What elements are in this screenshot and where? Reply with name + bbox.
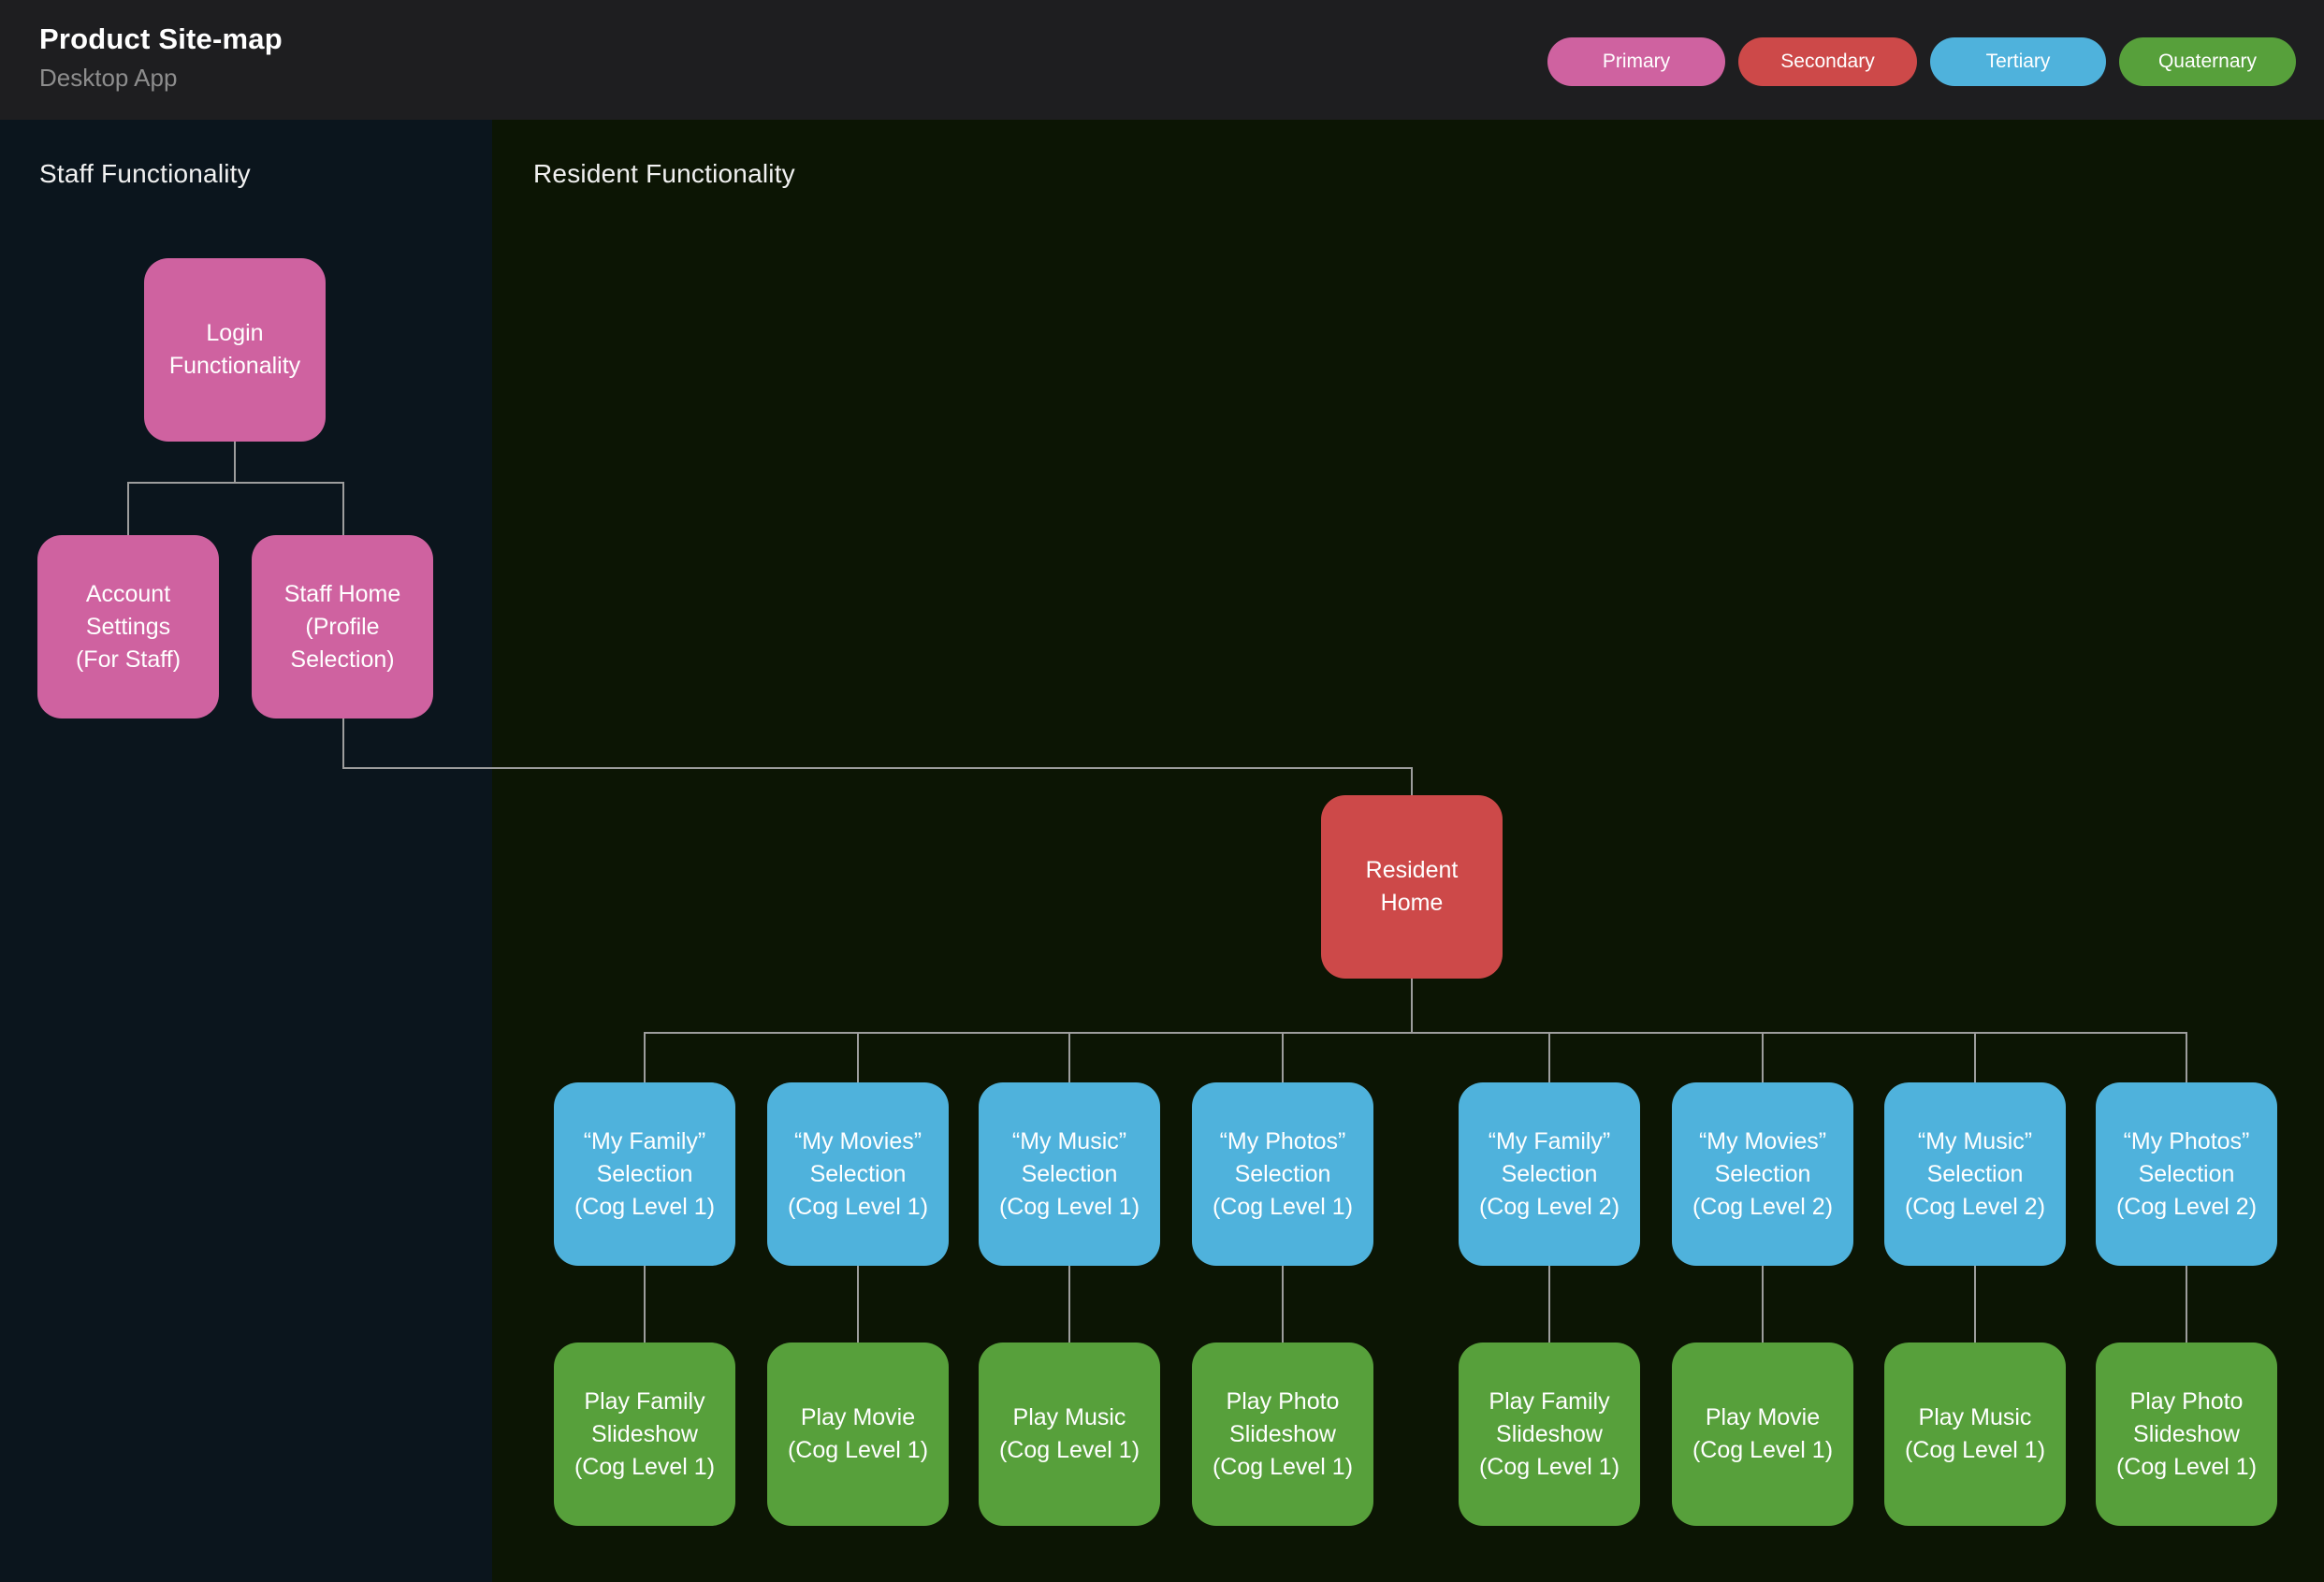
node-label: Play Photo Slideshow (Cog Level 1): [2116, 1386, 2257, 1484]
node-label: Play Music (Cog Level 1): [999, 1401, 1140, 1467]
node-label: “My Music” Selection (Cog Level 1): [999, 1125, 1140, 1224]
connector-line: [2186, 1266, 2187, 1343]
legend-pill-quaternary[interactable]: Quaternary: [2119, 37, 2296, 86]
node-label: “My Movies” Selection (Cog Level 2): [1692, 1125, 1833, 1224]
node-label: Play Family Slideshow (Cog Level 1): [1479, 1386, 1620, 1484]
connector-line: [1282, 1266, 1284, 1343]
connector-line: [1548, 1266, 1550, 1343]
node-label: Play Music (Cog Level 1): [1905, 1401, 2045, 1467]
connector-line: [1411, 977, 1413, 1034]
node-my-movies-selection-cog1[interactable]: “My Movies” Selection (Cog Level 1): [767, 1082, 949, 1266]
node-my-music-selection-cog1[interactable]: “My Music” Selection (Cog Level 1): [979, 1082, 1160, 1266]
staff-section-label: Staff Functionality: [39, 159, 251, 189]
node-my-music-selection-cog2[interactable]: “My Music” Selection (Cog Level 2): [1884, 1082, 2066, 1266]
connector-line: [1068, 1266, 1070, 1343]
header: Product Site-map Desktop App Primary Sec…: [0, 0, 2324, 120]
node-label: “My Photos” Selection (Cog Level 2): [2116, 1125, 2257, 1224]
node-login-functionality[interactable]: Login Functionality: [144, 258, 326, 442]
node-play-photo-slideshow-1[interactable]: Play Photo Slideshow (Cog Level 1): [1192, 1343, 1373, 1526]
connector-line: [1762, 1266, 1764, 1343]
connector-line: [857, 1266, 859, 1343]
connector-line: [342, 482, 344, 535]
node-label: Play Family Slideshow (Cog Level 1): [574, 1386, 715, 1484]
node-my-movies-selection-cog2[interactable]: “My Movies” Selection (Cog Level 2): [1672, 1082, 1853, 1266]
connector-line: [127, 482, 129, 535]
node-my-photos-selection-cog1[interactable]: “My Photos” Selection (Cog Level 1): [1192, 1082, 1373, 1266]
legend-pill-secondary[interactable]: Secondary: [1738, 37, 1917, 86]
node-label: “My Family” Selection (Cog Level 1): [574, 1125, 715, 1224]
resident-section-label: Resident Functionality: [533, 159, 795, 189]
node-play-movie-1[interactable]: Play Movie (Cog Level 1): [767, 1343, 949, 1526]
node-label: “My Family” Selection (Cog Level 2): [1479, 1125, 1620, 1224]
connector-line: [857, 1032, 859, 1082]
node-account-settings[interactable]: Account Settings (For Staff): [37, 535, 219, 718]
connector-line: [1282, 1032, 1284, 1082]
sitemap-canvas: Product Site-map Desktop App Primary Sec…: [0, 0, 2324, 1582]
node-my-family-selection-cog1[interactable]: “My Family” Selection (Cog Level 1): [554, 1082, 735, 1266]
connector-line: [1548, 1032, 1550, 1082]
node-label: Play Photo Slideshow (Cog Level 1): [1213, 1386, 1353, 1484]
connector-line: [342, 717, 344, 769]
node-label: Account Settings (For Staff): [76, 578, 181, 676]
node-play-family-slideshow-1[interactable]: Play Family Slideshow (Cog Level 1): [554, 1343, 735, 1526]
node-play-family-slideshow-2[interactable]: Play Family Slideshow (Cog Level 1): [1459, 1343, 1640, 1526]
connector-line: [644, 1032, 2187, 1034]
legend-pill-tertiary[interactable]: Tertiary: [1930, 37, 2106, 86]
node-label: Play Movie (Cog Level 1): [1692, 1401, 1833, 1467]
connector-line: [342, 767, 1413, 769]
node-my-photos-selection-cog2[interactable]: “My Photos” Selection (Cog Level 2): [2096, 1082, 2277, 1266]
node-play-photo-slideshow-2[interactable]: Play Photo Slideshow (Cog Level 1): [2096, 1343, 2277, 1526]
legend: Primary Secondary Tertiary Quaternary: [1547, 37, 2296, 86]
connector-line: [644, 1032, 646, 1082]
connector-line: [234, 440, 236, 484]
node-staff-home[interactable]: Staff Home (Profile Selection): [252, 535, 433, 718]
node-play-music-2[interactable]: Play Music (Cog Level 1): [1884, 1343, 2066, 1526]
node-label: “My Music” Selection (Cog Level 2): [1905, 1125, 2045, 1224]
connector-line: [1762, 1032, 1764, 1082]
node-label: Resident Home: [1366, 854, 1459, 920]
node-play-music-1[interactable]: Play Music (Cog Level 1): [979, 1343, 1160, 1526]
connector-line: [2186, 1032, 2187, 1082]
node-label: Staff Home (Profile Selection): [284, 578, 401, 676]
connector-line: [127, 482, 344, 484]
connector-line: [1974, 1032, 1976, 1082]
node-label: “My Photos” Selection (Cog Level 1): [1213, 1125, 1353, 1224]
node-label: Login Functionality: [169, 317, 300, 383]
node-resident-home[interactable]: Resident Home: [1321, 795, 1503, 979]
connector-line: [1974, 1266, 1976, 1343]
connector-line: [1411, 767, 1413, 795]
node-play-movie-2[interactable]: Play Movie (Cog Level 1): [1672, 1343, 1853, 1526]
node-my-family-selection-cog2[interactable]: “My Family” Selection (Cog Level 2): [1459, 1082, 1640, 1266]
legend-pill-primary[interactable]: Primary: [1547, 37, 1725, 86]
connector-line: [1068, 1032, 1070, 1082]
connector-line: [644, 1266, 646, 1343]
page-title: Product Site-map: [39, 22, 283, 56]
node-label: “My Movies” Selection (Cog Level 1): [788, 1125, 928, 1224]
page-subtitle: Desktop App: [39, 64, 177, 93]
node-label: Play Movie (Cog Level 1): [788, 1401, 928, 1467]
